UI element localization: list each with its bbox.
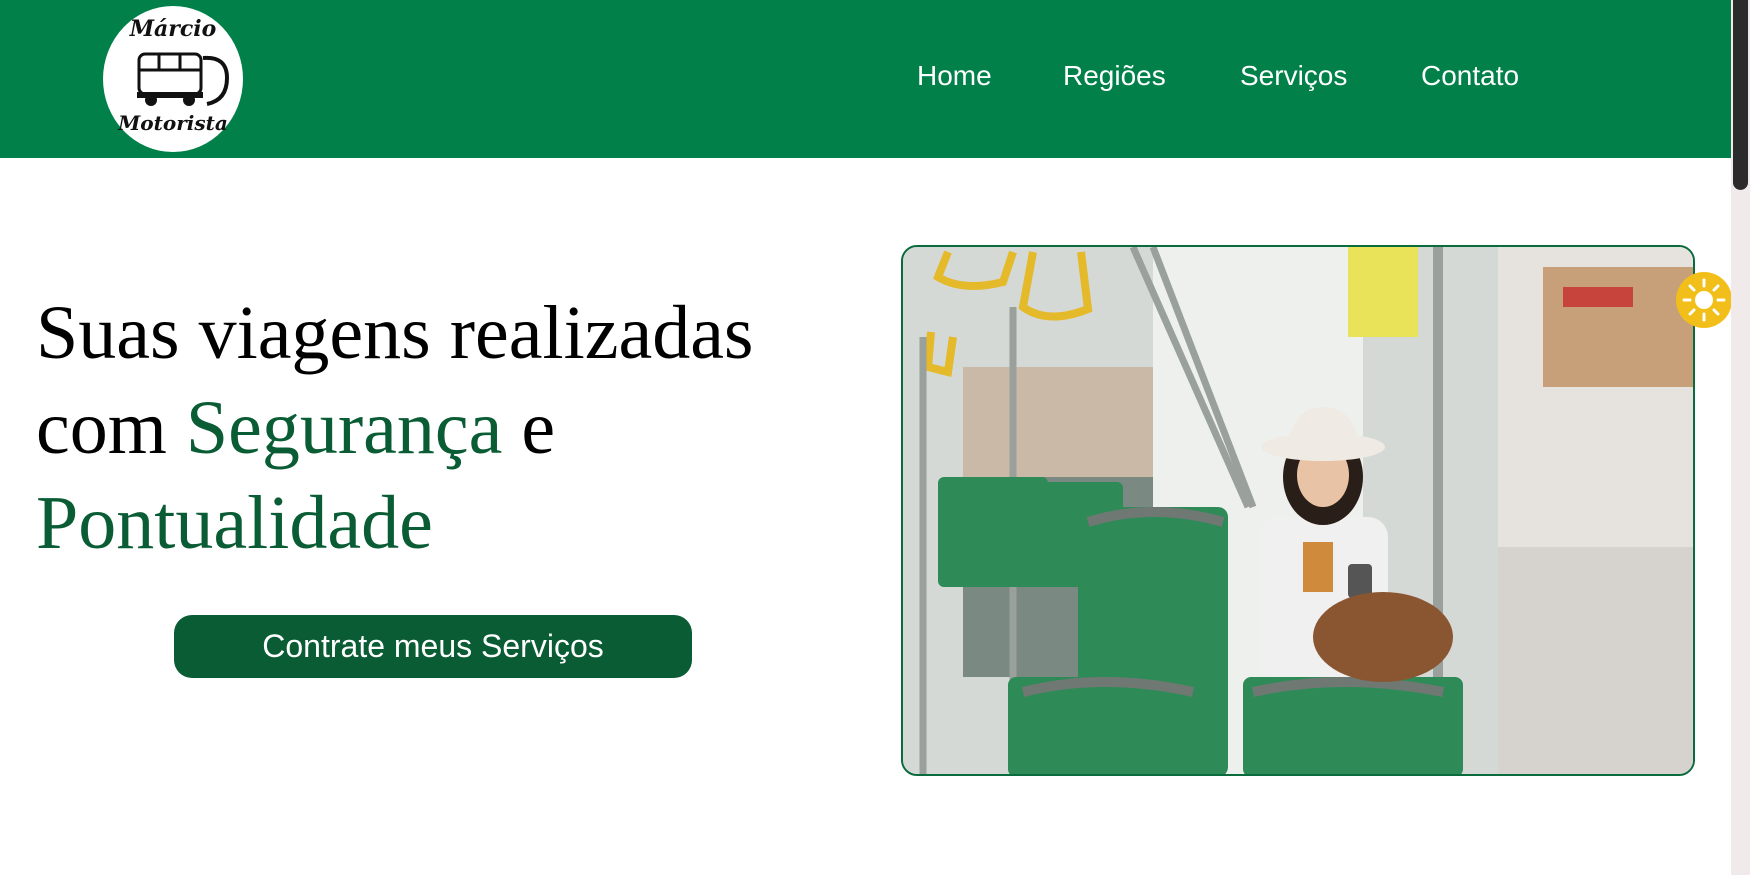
hero-title-connector: e bbox=[502, 386, 556, 470]
site-header: Márcio Motorista Home Regiões Serviços C… bbox=[0, 0, 1731, 158]
nav-link-contato[interactable]: Contato bbox=[1421, 60, 1519, 92]
logo[interactable]: Márcio Motorista bbox=[103, 6, 243, 152]
nav-link-servicos[interactable]: Serviços bbox=[1240, 60, 1347, 92]
logo-text-bottom: Motorista bbox=[117, 111, 228, 135]
hero-photo bbox=[901, 245, 1695, 776]
theme-toggle[interactable] bbox=[1676, 272, 1732, 328]
hero-highlight-seguranca: Segurança bbox=[185, 386, 503, 470]
scrollbar-thumb[interactable] bbox=[1733, 0, 1748, 190]
hero-highlight-pontualidade: Pontualidade bbox=[36, 481, 433, 565]
bus-interior-illustration bbox=[903, 247, 1693, 774]
hero-title: Suas viagens realizadas com Segurança e … bbox=[36, 286, 876, 571]
sun-icon bbox=[1682, 278, 1726, 322]
nav-link-home[interactable]: Home bbox=[917, 60, 992, 92]
nav-link-regioes[interactable]: Regiões bbox=[1063, 60, 1166, 92]
logo-text-top: Márcio bbox=[129, 16, 217, 42]
page-scrollbar[interactable] bbox=[1731, 0, 1750, 875]
cta-hire-button[interactable]: Contrate meus Serviços bbox=[174, 615, 692, 678]
bus-logo-icon: Márcio Motorista bbox=[117, 16, 230, 135]
